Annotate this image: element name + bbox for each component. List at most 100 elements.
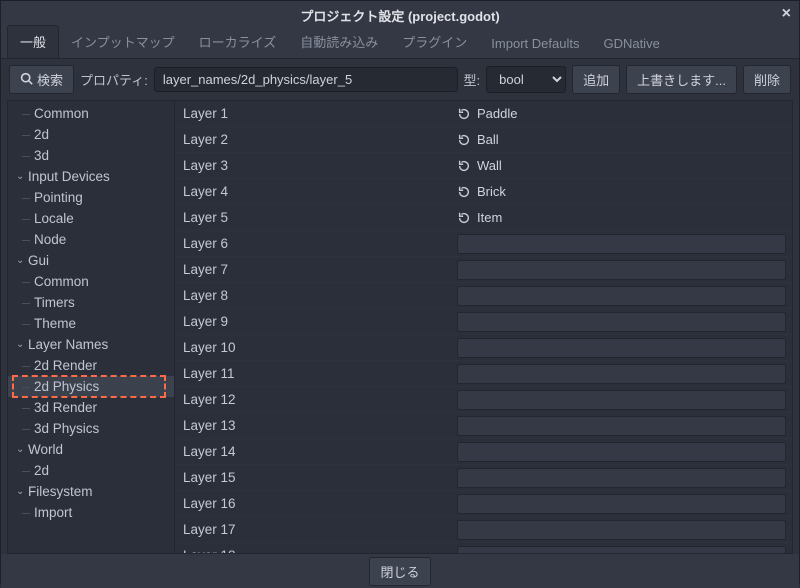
tree-item-timers[interactable]: Timers	[8, 292, 174, 313]
delete-button[interactable]: 削除	[743, 65, 791, 94]
type-label: 型:	[464, 70, 481, 89]
tree-item-2d[interactable]: 2d	[8, 460, 174, 481]
property-value-input[interactable]	[457, 390, 786, 410]
property-value[interactable]: Wall	[477, 158, 502, 173]
tree-item-label: Pointing	[34, 190, 83, 205]
property-value-input[interactable]	[457, 338, 786, 358]
tree-item-import[interactable]: Import	[8, 502, 174, 523]
tree-item-label: 3d Physics	[34, 421, 99, 436]
tab-5[interactable]: Import Defaults	[479, 30, 591, 58]
tree-item-gui[interactable]: ⌄Gui	[8, 250, 174, 271]
tree-item-world[interactable]: ⌄World	[8, 439, 174, 460]
property-name: Layer 1	[175, 106, 457, 121]
chevron-down-icon[interactable]: ⌄	[16, 339, 26, 350]
property-name: Layer 8	[175, 288, 457, 303]
tree-item-label: Theme	[34, 316, 76, 331]
tree-item-2d-render[interactable]: 2d Render	[8, 355, 174, 376]
property-name: Layer 4	[175, 184, 457, 199]
property-value-cell	[457, 364, 792, 384]
property-path-input[interactable]	[154, 67, 458, 92]
tree-item-theme[interactable]: Theme	[8, 313, 174, 334]
property-row: Layer 2 Ball	[175, 127, 792, 153]
property-value[interactable]: Brick	[477, 184, 506, 199]
property-value-input[interactable]	[457, 546, 786, 555]
type-select[interactable]: bool	[486, 66, 566, 93]
property-value-input[interactable]	[457, 312, 786, 332]
property-value-cell	[457, 312, 792, 332]
property-value-input[interactable]	[457, 234, 786, 254]
tab-1[interactable]: インプットマップ	[59, 26, 187, 58]
property-value-cell: Brick	[457, 184, 792, 199]
property-value-input[interactable]	[457, 416, 786, 436]
tab-3[interactable]: 自動読み込み	[288, 26, 390, 58]
property-value-cell	[457, 390, 792, 410]
property-value-input[interactable]	[457, 364, 786, 384]
property-row: Layer 16	[175, 491, 792, 517]
property-name: Layer 15	[175, 470, 457, 485]
tree-item-common[interactable]: Common	[8, 103, 174, 124]
property-row: Layer 4 Brick	[175, 179, 792, 205]
reset-icon[interactable]	[457, 107, 471, 121]
property-value-input[interactable]	[457, 260, 786, 280]
tab-4[interactable]: プラグイン	[390, 26, 479, 58]
add-button[interactable]: 追加	[572, 65, 620, 94]
tree-item-common[interactable]: Common	[8, 271, 174, 292]
property-name: Layer 10	[175, 340, 457, 355]
tree-item-layer-names[interactable]: ⌄Layer Names	[8, 334, 174, 355]
chevron-down-icon[interactable]: ⌄	[16, 255, 26, 266]
chevron-down-icon[interactable]: ⌄	[16, 444, 26, 455]
tab-6[interactable]: GDNative	[591, 30, 671, 58]
tab-bar: 一般インプットマップローカライズ自動読み込みプラグインImport Defaul…	[1, 29, 799, 59]
chevron-down-icon[interactable]: ⌄	[16, 171, 26, 182]
property-value-input[interactable]	[457, 468, 786, 488]
toolbar: 検索 プロパティ: 型: bool 追加 上書きします... 削除	[1, 59, 799, 100]
tree-item-filesystem[interactable]: ⌄Filesystem	[8, 481, 174, 502]
tree-item-label: Layer Names	[28, 337, 108, 352]
chevron-down-icon[interactable]: ⌄	[16, 486, 26, 497]
property-value-input[interactable]	[457, 520, 786, 540]
property-value[interactable]: Ball	[477, 132, 499, 147]
tree-item-3d[interactable]: 3d	[8, 145, 174, 166]
category-tree[interactable]: Common2d3d⌄Input DevicesPointingLocaleNo…	[7, 100, 175, 554]
property-name: Layer 2	[175, 132, 457, 147]
tab-2[interactable]: ローカライズ	[187, 26, 289, 58]
tree-item-label: Gui	[28, 253, 49, 268]
property-label: プロパティ:	[80, 70, 148, 89]
property-row: Layer 1 Paddle	[175, 101, 792, 127]
search-button[interactable]: 検索	[9, 65, 74, 94]
property-value-cell	[457, 494, 792, 514]
property-value-input[interactable]	[457, 442, 786, 462]
tree-item-3d-physics[interactable]: 3d Physics	[8, 418, 174, 439]
tree-item-label: Timers	[34, 295, 75, 310]
property-inspector[interactable]: Layer 1PaddleLayer 2BallLayer 3WallLayer…	[175, 100, 793, 554]
property-value[interactable]: Paddle	[477, 106, 517, 121]
tree-item-locale[interactable]: Locale	[8, 208, 174, 229]
reset-icon[interactable]	[457, 185, 471, 199]
property-value-cell	[457, 442, 792, 462]
reset-icon[interactable]	[457, 211, 471, 225]
tree-item-pointing[interactable]: Pointing	[8, 187, 174, 208]
property-value-input[interactable]	[457, 286, 786, 306]
reset-icon[interactable]	[457, 133, 471, 147]
property-row: Layer 18	[175, 543, 792, 554]
tree-item-input-devices[interactable]: ⌄Input Devices	[8, 166, 174, 187]
property-value[interactable]: Item	[477, 210, 502, 225]
tree-item-3d-render[interactable]: 3d Render	[8, 397, 174, 418]
reset-icon[interactable]	[457, 159, 471, 173]
close-button[interactable]: 閉じる	[369, 557, 430, 586]
tree-item-2d[interactable]: 2d	[8, 124, 174, 145]
property-name: Layer 13	[175, 418, 457, 433]
close-icon[interactable]: ×	[782, 5, 791, 23]
tree-item-label: 2d Physics	[34, 379, 99, 394]
property-name: Layer 5	[175, 210, 457, 225]
tree-item-label: World	[28, 442, 63, 457]
tab-0[interactable]: 一般	[7, 25, 59, 58]
tree-item-label: Common	[34, 274, 89, 289]
property-value-input[interactable]	[457, 494, 786, 514]
property-value-cell: Paddle	[457, 106, 792, 121]
override-button[interactable]: 上書きします...	[626, 65, 737, 94]
tree-item-node[interactable]: Node	[8, 229, 174, 250]
tree-item-label: 2d	[34, 463, 49, 478]
tree-item-2d-physics[interactable]: 2d Physics	[8, 376, 174, 397]
window-title: プロジェクト設定 (project.godot)	[300, 6, 499, 25]
